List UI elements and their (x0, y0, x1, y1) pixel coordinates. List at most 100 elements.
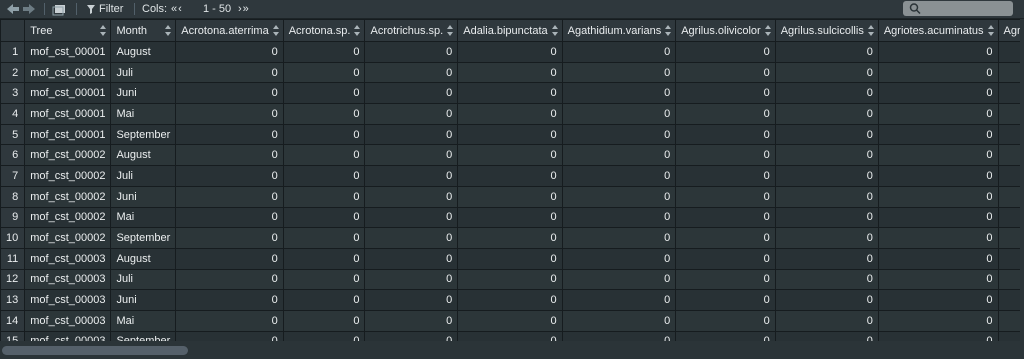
sort-arrows-icon[interactable] (165, 25, 172, 36)
cell-value: 0 (282, 247, 366, 270)
column-header[interactable]: Agriotes.acuminatus (877, 19, 999, 42)
cell-value: 0 (457, 309, 563, 332)
cell-value: 0 (877, 247, 999, 270)
column-header[interactable]: Agrilus.olivicolor (675, 19, 776, 42)
cell-value: 0 (774, 103, 879, 125)
cell-value: 0 (364, 185, 459, 208)
cell-value: 0 (282, 165, 366, 187)
cell-value: 0 (457, 103, 563, 125)
column-header[interactable]: Acrotrichus.sp. (364, 19, 459, 42)
cell-month: August (110, 247, 177, 270)
cell-value: 0 (774, 227, 879, 249)
cell-value: 0 (364, 206, 459, 229)
row-index: 2 (0, 61, 26, 84)
sort-arrows-icon[interactable] (867, 25, 874, 36)
cell-value: 0 (774, 41, 879, 63)
cell-value: 0 (774, 309, 879, 332)
cell-value: 0 (457, 144, 563, 167)
data-grid: Tree Month Acrotona.aterrima Acrotona.sp. Ac… (0, 19, 1020, 341)
column-header[interactable]: Agrilus.sulcicollis (774, 19, 879, 42)
cell-value: 0 (675, 144, 776, 167)
cell-value: 0 (877, 330, 999, 341)
vertical-scrollbar[interactable] (1020, 19, 1024, 341)
cell-value: 0 (364, 103, 459, 125)
row-index: 7 (0, 165, 26, 187)
back-arrow-icon[interactable] (6, 0, 20, 18)
table-body: 1 mof_cst_00001 August 0 0 0 0 0 0 0 0 2 mof_cst_000… (0, 41, 1020, 341)
cell-value: 0 (175, 185, 284, 208)
row-index: 1 (0, 41, 26, 63)
sort-arrows-icon[interactable] (354, 25, 361, 36)
cell-value: 0 (675, 82, 776, 105)
toolbar-divider (134, 3, 135, 15)
sort-arrows-icon[interactable] (272, 25, 279, 36)
cell-value: 0 (282, 123, 366, 146)
column-header[interactable]: Month (110, 19, 177, 42)
table-row: 4 mof_cst_00001 Mai 0 0 0 0 0 0 0 0 (0, 103, 1020, 125)
cell-truncated (997, 268, 1020, 291)
cell-value: 0 (364, 144, 459, 167)
cell-month: August (110, 144, 177, 167)
cell-value: 0 (175, 309, 284, 332)
sort-arrows-icon[interactable] (447, 25, 454, 36)
column-header-label: Agriotes.acuminatus (883, 24, 984, 37)
cell-value: 0 (457, 41, 563, 63)
column-header-label: Agrilus.olivicolor (681, 24, 761, 37)
row-index: 14 (0, 309, 26, 332)
popout-icon[interactable] (52, 0, 68, 18)
cell-value: 0 (457, 247, 563, 270)
filter-button[interactable]: Filter (99, 0, 123, 18)
cell-value: 0 (364, 247, 459, 270)
column-header[interactable]: Acrotona.sp. (282, 19, 366, 42)
row-index-header (0, 19, 26, 42)
cell-value: 0 (175, 268, 284, 291)
data-table: Tree Month Acrotona.aterrima Acrotona.sp. Ac… (0, 19, 1020, 341)
table-row: 6 mof_cst_00002 August 0 0 0 0 0 0 0 0 (0, 144, 1020, 167)
cell-month: Mai (110, 206, 177, 229)
cell-value: 0 (175, 247, 284, 270)
cell-value: 0 (457, 123, 563, 146)
cols-prev-button[interactable]: «‹ (171, 0, 183, 18)
cell-tree: mof_cst_00001 (24, 103, 112, 125)
horizontal-scrollbar-thumb[interactable] (2, 346, 188, 355)
column-header[interactable]: Adalia.bipunctata (457, 19, 563, 42)
cell-tree: mof_cst_00003 (24, 247, 112, 270)
cell-value: 0 (457, 227, 563, 249)
column-header[interactable]: Acrotona.aterrima (175, 19, 284, 42)
cell-value: 0 (282, 309, 366, 332)
row-index: 12 (0, 268, 26, 291)
cell-value: 0 (457, 268, 563, 291)
sort-arrows-icon[interactable] (551, 25, 558, 36)
sort-arrows-icon[interactable] (987, 25, 994, 36)
cell-month: Juni (110, 82, 177, 105)
cell-value: 0 (675, 289, 776, 311)
cell-value: 0 (774, 268, 879, 291)
cell-value: 0 (561, 289, 677, 311)
cols-next-button[interactable]: ›» (238, 0, 250, 18)
cell-month: Juli (110, 165, 177, 187)
cell-truncated (997, 82, 1020, 105)
column-header[interactable]: Agathidium.varians (561, 19, 677, 42)
sort-arrows-icon[interactable] (100, 25, 107, 36)
cell-value: 0 (364, 61, 459, 84)
cell-value: 0 (175, 61, 284, 84)
sort-arrows-icon[interactable] (665, 25, 672, 36)
cell-value: 0 (877, 206, 999, 229)
horizontal-scrollbar[interactable] (0, 342, 1024, 359)
forward-arrow-icon[interactable] (22, 0, 36, 18)
cell-value: 0 (457, 206, 563, 229)
sort-arrows-icon[interactable] (764, 25, 771, 36)
cell-truncated (997, 185, 1020, 208)
table-row: 10 mof_cst_00002 September 0 0 0 0 0 0 0 0 (0, 227, 1020, 249)
cell-value: 0 (175, 103, 284, 125)
column-header[interactable]: Tree (24, 19, 112, 42)
cell-tree: mof_cst_00003 (24, 309, 112, 332)
cell-tree: mof_cst_00003 (24, 330, 112, 341)
cell-tree: mof_cst_00002 (24, 206, 112, 229)
cell-truncated (997, 165, 1020, 187)
cell-value: 0 (561, 82, 677, 105)
column-header[interactable]: Agrio (997, 19, 1020, 42)
cell-month: Juni (110, 289, 177, 311)
filter-icon[interactable] (86, 0, 96, 18)
search-input[interactable] (903, 1, 1013, 16)
